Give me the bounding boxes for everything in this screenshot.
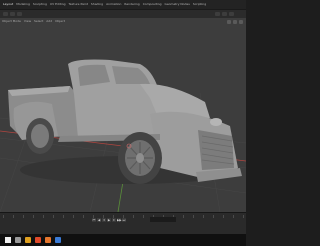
editor-toolbar bbox=[0, 9, 246, 18]
photoshop-icon[interactable] bbox=[55, 237, 61, 243]
tab-layout[interactable]: Layout bbox=[3, 0, 13, 9]
tab-modeling[interactable]: Modeling bbox=[16, 0, 30, 9]
tab-sculpting[interactable]: Sculpting bbox=[33, 0, 47, 9]
tab-geometry-nodes[interactable]: Geometry Nodes bbox=[165, 0, 190, 9]
workspace-tabs: Layout Modeling Sculpting UV Editing Texture… bbox=[3, 0, 206, 9]
tab-animation[interactable]: Animation bbox=[106, 0, 121, 9]
timeline-tick bbox=[33, 215, 34, 218]
select-tool-button[interactable] bbox=[3, 12, 8, 16]
timeline-tick bbox=[193, 215, 194, 218]
tab-shading[interactable]: Shading bbox=[91, 0, 103, 9]
blender-window: Layout Modeling Sculpting UV Editing Texture… bbox=[0, 0, 246, 246]
viewport-shading-button[interactable] bbox=[215, 12, 220, 16]
timeline-tick bbox=[223, 215, 224, 218]
timeline-tick bbox=[203, 215, 204, 218]
timeline-tick bbox=[63, 215, 64, 218]
tab-rendering[interactable]: Rendering bbox=[124, 0, 139, 9]
timeline-tick bbox=[233, 215, 234, 218]
chrome-icon[interactable] bbox=[35, 237, 41, 243]
timeline-tick bbox=[73, 215, 74, 218]
viewport-header: Object Mode View Select Add Object bbox=[2, 19, 65, 23]
tab-scripting[interactable]: Scripting bbox=[193, 0, 206, 9]
timeline-tick bbox=[183, 215, 184, 218]
timeline-tick bbox=[143, 215, 144, 218]
navigation-gizmo bbox=[227, 20, 243, 24]
overlay-button[interactable] bbox=[222, 12, 227, 16]
viewport-menu-add[interactable]: Add bbox=[46, 19, 52, 23]
timeline-tick bbox=[243, 215, 244, 218]
move-tool-button[interactable] bbox=[17, 12, 22, 16]
play-icon[interactable]: ▶ bbox=[107, 218, 111, 222]
blender-icon[interactable] bbox=[45, 237, 51, 243]
cursor-tool-button[interactable] bbox=[10, 12, 15, 16]
next-key-icon[interactable]: ▶▶ bbox=[117, 218, 122, 222]
playback-controls: ⏮ ◀ ⏴ ▶ ⏵ ▶▶ ⏭ bbox=[92, 218, 126, 222]
tab-compositing[interactable]: Compositing bbox=[143, 0, 162, 9]
viewport-menu-object[interactable]: Object bbox=[55, 19, 65, 23]
os-taskbar bbox=[0, 234, 246, 246]
jump-end-icon[interactable]: ⏭ bbox=[122, 218, 126, 222]
timeline-tick bbox=[213, 215, 214, 218]
timeline-tick bbox=[53, 215, 54, 218]
timeline-tick bbox=[83, 215, 84, 218]
step-icon[interactable]: ⏵ bbox=[112, 218, 116, 222]
viewport-menu-select[interactable]: Select bbox=[34, 19, 43, 23]
current-frame-field[interactable] bbox=[150, 217, 176, 222]
3d-viewport[interactable]: Object Mode View Select Add Object bbox=[0, 18, 246, 212]
timeline-tick bbox=[3, 215, 4, 218]
timeline-editor[interactable]: ⏮ ◀ ⏴ ▶ ⏵ ▶▶ ⏭ bbox=[0, 212, 246, 235]
viewport-menu-view[interactable]: View bbox=[24, 19, 31, 23]
timeline-tick bbox=[23, 215, 24, 218]
zoom-icon[interactable] bbox=[227, 20, 231, 24]
timeline-tick bbox=[13, 215, 14, 218]
search-icon[interactable] bbox=[15, 237, 21, 243]
xray-button[interactable] bbox=[229, 12, 234, 16]
prev-key-icon[interactable]: ◀ bbox=[97, 218, 101, 222]
play-reverse-icon[interactable]: ⏴ bbox=[102, 218, 106, 222]
tab-uv-editing[interactable]: UV Editing bbox=[50, 0, 66, 9]
workspace-tabs-bar: Layout Modeling Sculpting UV Editing Texture… bbox=[0, 0, 246, 9]
explorer-icon[interactable] bbox=[25, 237, 31, 243]
tab-texture-paint[interactable]: Texture Paint bbox=[69, 0, 88, 9]
timeline-tick bbox=[133, 215, 134, 218]
pan-icon[interactable] bbox=[233, 20, 237, 24]
camera-icon[interactable] bbox=[239, 20, 243, 24]
viewport-menu-object-mode[interactable]: Object Mode bbox=[2, 19, 21, 23]
start-icon[interactable] bbox=[5, 237, 11, 243]
truck-model bbox=[8, 59, 242, 184]
jump-start-icon[interactable]: ⏮ bbox=[92, 218, 96, 222]
timeline-tick bbox=[43, 215, 44, 218]
scene-canvas[interactable] bbox=[0, 18, 246, 212]
